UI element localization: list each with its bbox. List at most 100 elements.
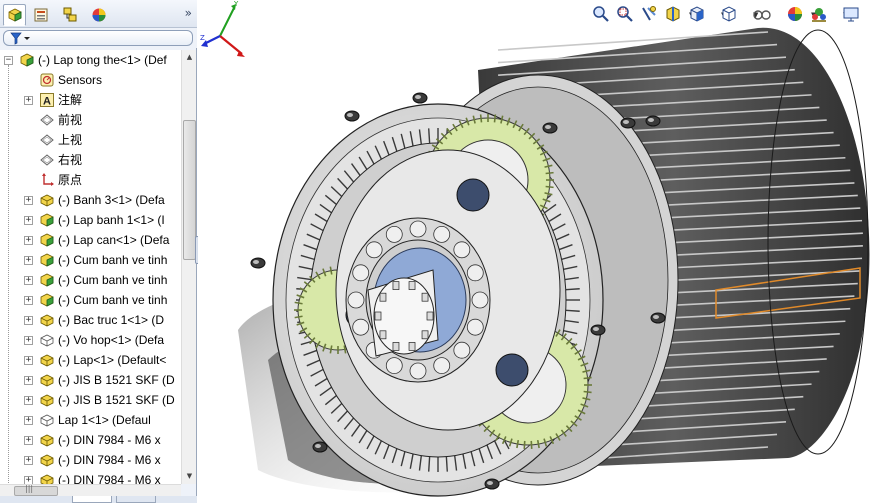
bearing-ball — [352, 318, 370, 336]
expand-toggle[interactable]: + — [24, 436, 33, 445]
tree-item[interactable]: 原点 — [0, 170, 181, 190]
tab-property-manager[interactable] — [29, 4, 52, 26]
tree-item[interactable]: + (-) JIS B 1521 SKF (D — [0, 370, 181, 390]
expand-toggle[interactable]: + — [24, 316, 33, 325]
tree-item-label: (-) Lap banh 1<1> (I — [58, 213, 165, 227]
tab-configuration-manager[interactable] — [58, 4, 81, 26]
tree-item[interactable]: + (-) JIS B 1521 SKF (D — [0, 390, 181, 410]
view-orientation-button[interactable]: ▼ — [688, 5, 704, 25]
expand-toggle[interactable]: + — [24, 256, 33, 265]
monitor-icon — [843, 7, 859, 22]
view-settings-button[interactable]: ▼ — [842, 5, 859, 25]
ring-tooth — [565, 288, 580, 291]
expand-toggle[interactable]: + — [24, 296, 33, 305]
expand-toggle[interactable]: + — [24, 376, 33, 385]
tree-item[interactable]: + (-) Cum banh ve tinh — [0, 250, 181, 270]
tree-item[interactable]: + (-) Cum banh ve tinh — [0, 290, 181, 310]
tree-item[interactable]: + (-) Lap<1> (Default< — [0, 350, 181, 370]
apply-scene-button[interactable]: ▼ — [810, 5, 826, 25]
annotation-icon: A — [39, 92, 55, 108]
tree-item-label: (-) Lap<1> (Default< — [58, 353, 167, 367]
model-tab[interactable] — [72, 496, 112, 503]
bearing-ball — [385, 226, 403, 243]
expand-toggle[interactable]: + — [24, 476, 33, 484]
subassembly-icon — [39, 252, 55, 268]
tree-horizontal-scrollbar[interactable]: ||| — [0, 484, 181, 496]
tree-item[interactable]: + Lap 1<1> (Defaul — [0, 410, 181, 430]
tree-item-label: (-) Cum banh ve tinh — [58, 253, 168, 267]
spline-tooth — [421, 330, 429, 340]
spline-tooth — [408, 342, 416, 351]
part-icon — [39, 472, 55, 484]
tree-item-label: (-) DIN 7984 - M6 x — [58, 453, 161, 467]
motion-study-tab[interactable] — [116, 496, 156, 503]
expand-tabs-button[interactable]: » — [185, 6, 192, 20]
tree-item[interactable]: + (-) Vo hop<1> (Defa — [0, 330, 181, 350]
tree-item[interactable]: + (-) DIN 7984 - M6 x — [0, 450, 181, 470]
collapse-toggle[interactable]: − — [4, 56, 13, 65]
tree-item-label: (-) Cum banh ve tinh — [58, 273, 168, 287]
bolt-head-highlight — [415, 95, 421, 99]
subassembly-icon — [39, 272, 55, 288]
tree-item[interactable]: + (-) Bac truc 1<1> (D — [0, 310, 181, 330]
tree-item-label: 上视 — [58, 133, 83, 147]
tree-item[interactable]: + (-) Lap banh 1<1> (I — [0, 210, 181, 230]
tree-item[interactable]: + (-) DIN 7984 - M6 x — [0, 470, 181, 484]
filter-icon[interactable] — [10, 32, 32, 45]
subassembly-icon — [39, 232, 55, 248]
feature-manager-panel: » − (-) Lap tong the<1> (Def Sensors + A 注解 前视… — [0, 0, 197, 503]
expand-toggle[interactable]: + — [24, 196, 33, 205]
bolt-head-highlight — [653, 315, 659, 319]
expand-toggle[interactable]: + — [24, 276, 33, 285]
spline-tooth — [374, 311, 382, 321]
hscroll-thumb[interactable]: ||| — [14, 484, 58, 496]
hide-show-items-button[interactable]: ▼ — [752, 5, 771, 25]
zoom-area-icon — [617, 6, 633, 22]
tree-item[interactable]: + A 注解 — [0, 90, 181, 110]
subassembly-icon — [39, 292, 55, 308]
bolt-head-highlight — [545, 125, 551, 129]
bearing-ball — [433, 357, 451, 374]
appearance-ball-icon — [788, 7, 802, 21]
spline-tooth — [392, 281, 400, 290]
tree-item[interactable]: Sensors — [0, 70, 181, 90]
spline-tooth — [379, 292, 387, 302]
expand-toggle[interactable]: + — [24, 96, 33, 105]
ring-tooth — [428, 128, 431, 144]
tree-item-label: Sensors — [58, 73, 103, 87]
planet-tooth — [479, 114, 483, 123]
tree-item[interactable]: − (-) Lap tong the<1> (Def — [0, 50, 181, 70]
part-icon — [39, 372, 55, 388]
tab-feature-manager[interactable] — [3, 4, 26, 26]
scroll-up-arrow[interactable]: ▲ — [183, 51, 196, 64]
expand-toggle[interactable]: + — [24, 456, 33, 465]
expand-toggle[interactable]: + — [24, 336, 33, 345]
expand-toggle[interactable]: + — [24, 236, 33, 245]
tree-vertical-scrollbar[interactable]: ▲ ▼ — [181, 50, 196, 484]
planet-tooth — [583, 390, 592, 394]
filter-row — [0, 28, 197, 48]
tab-display-manager[interactable] — [87, 4, 110, 26]
graphics-area[interactable]: ▼ ▼ ▼ ▼ ▼ — [198, 0, 875, 503]
tree-item[interactable]: + (-) Banh 3<1> (Defa — [0, 190, 181, 210]
scroll-down-arrow[interactable]: ▼ — [183, 470, 196, 483]
expand-toggle[interactable]: + — [24, 216, 33, 225]
display-style-button[interactable]: ▼ — [720, 5, 736, 25]
tree-item[interactable]: 右视 — [0, 150, 181, 170]
assembly-model[interactable] — [198, 0, 875, 503]
spline-tooth — [421, 292, 429, 302]
tree-item[interactable]: + (-) DIN 7984 - M6 x — [0, 430, 181, 450]
expand-toggle[interactable]: + — [24, 416, 33, 425]
coordinate-triad: Y Z — [200, 0, 245, 57]
tree-item[interactable]: 前视 — [0, 110, 181, 130]
tree-item-label: (-) Vo hop<1> (Defa — [58, 333, 165, 347]
expand-toggle[interactable]: + — [24, 356, 33, 365]
bolt-head-highlight — [347, 113, 353, 117]
feature-tree: − (-) Lap tong the<1> (Def Sensors + A 注解 前视 上视… — [0, 50, 181, 484]
tree-item[interactable]: + (-) Lap can<1> (Defa — [0, 230, 181, 250]
tree-item[interactable]: 上视 — [0, 130, 181, 150]
tree-item[interactable]: + (-) Cum banh ve tinh — [0, 270, 181, 290]
feature-filter-input[interactable] — [3, 30, 193, 46]
bolt-head-highlight — [253, 260, 259, 264]
expand-toggle[interactable]: + — [24, 396, 33, 405]
